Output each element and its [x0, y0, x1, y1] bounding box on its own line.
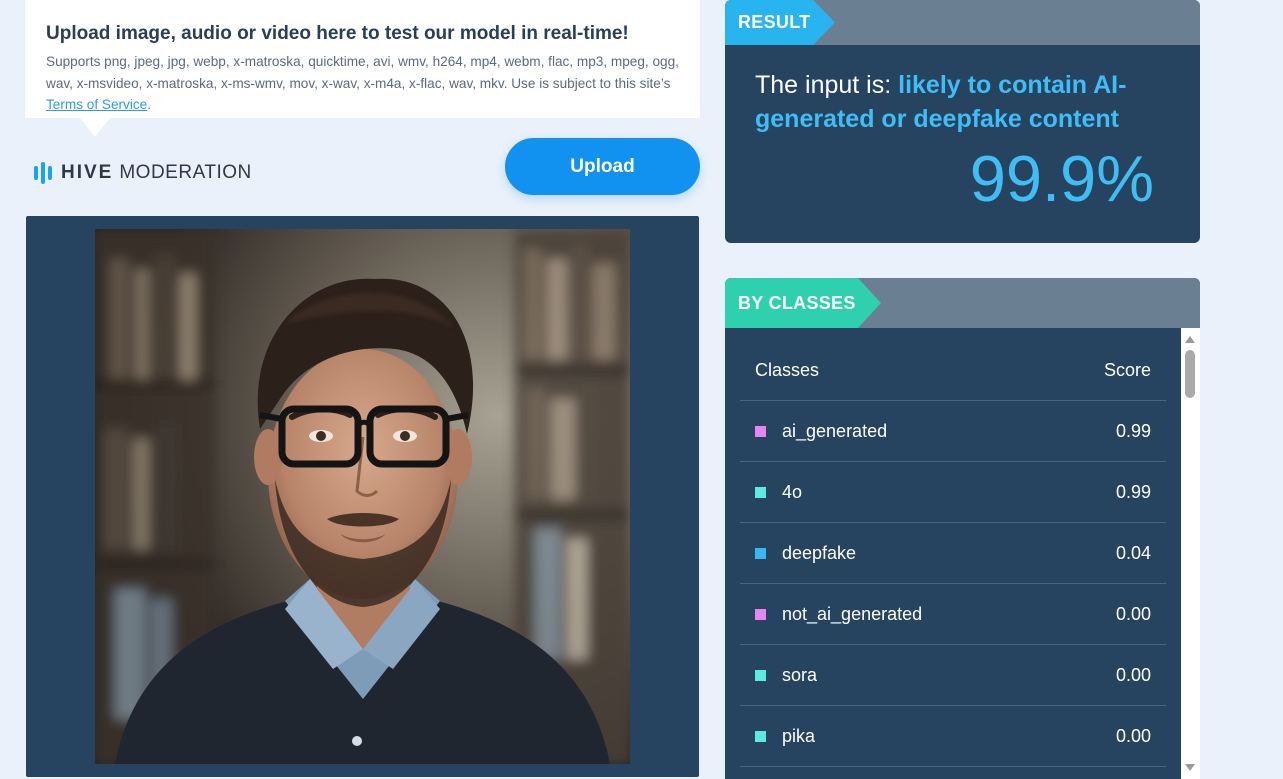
hive-bars-icon	[34, 162, 52, 184]
logo-moderation-text: MODERATION	[119, 162, 252, 183]
terms-of-service-link[interactable]: Terms of Service	[46, 97, 147, 112]
supported-formats-list: Supports png, jpeg, jpg, webp, x-matrosk…	[46, 54, 679, 91]
hive-moderation-logo[interactable]: HIVE MODERATION	[34, 161, 252, 185]
upload-info-box: Upload image, audio or video here to tes…	[25, 0, 700, 137]
table-row: not_ai_generated 0.00	[740, 584, 1166, 645]
class-score: 0.99	[1115, 420, 1151, 441]
supported-formats-text: Supports png, jpeg, jpg, webp, x-matrosk…	[46, 51, 680, 116]
table-row: pika 0.00	[740, 706, 1166, 767]
result-prefix: The input is:	[755, 71, 899, 99]
portrait-photo	[95, 229, 630, 764]
class-name-cell: sora	[755, 665, 817, 686]
class-name: ai_generated	[782, 420, 888, 441]
result-card: RESULT The input is: likely to contain A…	[725, 0, 1200, 243]
result-percentage: 99.9%	[969, 142, 1154, 215]
class-name: 4o	[782, 481, 803, 502]
terms-suffix: .	[147, 97, 152, 112]
table-row: 4o 0.99	[740, 462, 1166, 523]
class-color-swatch	[755, 730, 766, 742]
class-score: 0.00	[1115, 603, 1151, 624]
table-row: ai_generated 0.99	[740, 401, 1166, 462]
classes-scrollbar[interactable]	[1181, 328, 1200, 779]
class-name: deepfake	[782, 542, 857, 563]
class-color-swatch	[755, 669, 766, 681]
result-verdict: The input is: likely to contain AI-gener…	[755, 68, 1175, 136]
table-row: sora 0.00	[740, 645, 1166, 706]
classes-card: BY CLASSES Classes Score ai_generated 0.9…	[725, 278, 1200, 779]
class-color-swatch	[755, 547, 766, 559]
class-name: pika	[782, 725, 816, 746]
class-name-cell: 4o	[755, 482, 802, 503]
scroll-up-arrow-icon[interactable]	[1185, 336, 1195, 343]
scroll-thumb[interactable]	[1185, 350, 1195, 398]
header-score: Score	[1103, 359, 1151, 380]
class-name-cell: pika	[755, 726, 815, 747]
class-color-swatch	[755, 425, 766, 437]
classes-table: Classes Score ai_generated 0.99 4o 0.99 deep…	[740, 328, 1166, 779]
classes-tag: BY CLASSES	[725, 278, 881, 328]
logo-hive-text: HIVE	[61, 162, 114, 183]
classes-table-header: Classes Score	[740, 328, 1166, 401]
class-score: 0.00	[1115, 725, 1151, 746]
class-name-cell: not_ai_generated	[755, 604, 922, 625]
scroll-down-arrow-icon[interactable]	[1185, 764, 1195, 771]
class-color-swatch	[755, 608, 766, 620]
result-tag: RESULT	[725, 0, 835, 45]
class-score: 0.04	[1115, 542, 1151, 563]
class-name-cell: ai_generated	[755, 421, 887, 442]
table-row: deepfake 0.04	[740, 523, 1166, 584]
media-preview-panel	[26, 216, 699, 777]
class-name: not_ai_generated	[782, 603, 923, 624]
class-color-swatch	[755, 486, 766, 498]
classes-card-header: BY CLASSES	[725, 278, 1200, 328]
upload-info-title: Upload image, audio or video here to tes…	[46, 23, 629, 44]
portrait-photo-illustration	[95, 229, 630, 764]
result-card-header: RESULT	[725, 0, 1200, 45]
upload-button[interactable]: Upload	[505, 138, 700, 195]
class-name: sora	[782, 664, 818, 685]
class-score: 0.00	[1115, 664, 1151, 685]
class-name-cell: deepfake	[755, 543, 856, 564]
header-classes: Classes	[755, 359, 820, 380]
class-score: 0.99	[1115, 481, 1151, 502]
